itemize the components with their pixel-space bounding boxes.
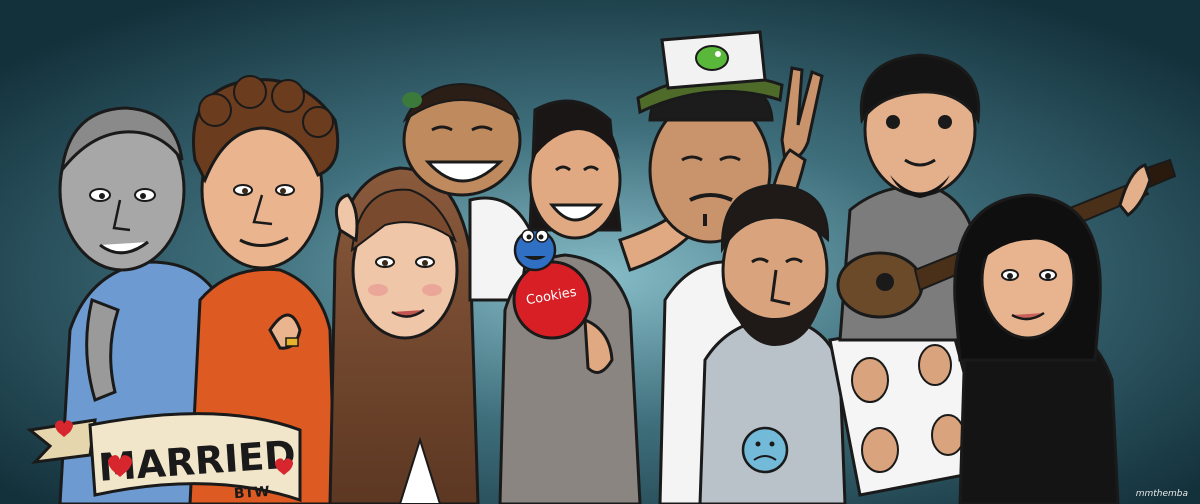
artist-signature: mmthemba bbox=[1136, 489, 1188, 499]
yoshi-emblem-icon bbox=[695, 45, 729, 71]
sad-face-icon bbox=[741, 426, 789, 474]
person-black-hair-woman bbox=[953, 193, 1120, 504]
cookie-monster bbox=[513, 228, 557, 272]
illustration-canvas: MARRIED BTW Cookies mmthemba bbox=[0, 0, 1200, 504]
banner-sub-text: BTW bbox=[233, 484, 270, 502]
person-long-hair-woman bbox=[328, 166, 480, 504]
caricature-illustration: MARRIED BTW Cookies mmthemba bbox=[0, 0, 1200, 504]
